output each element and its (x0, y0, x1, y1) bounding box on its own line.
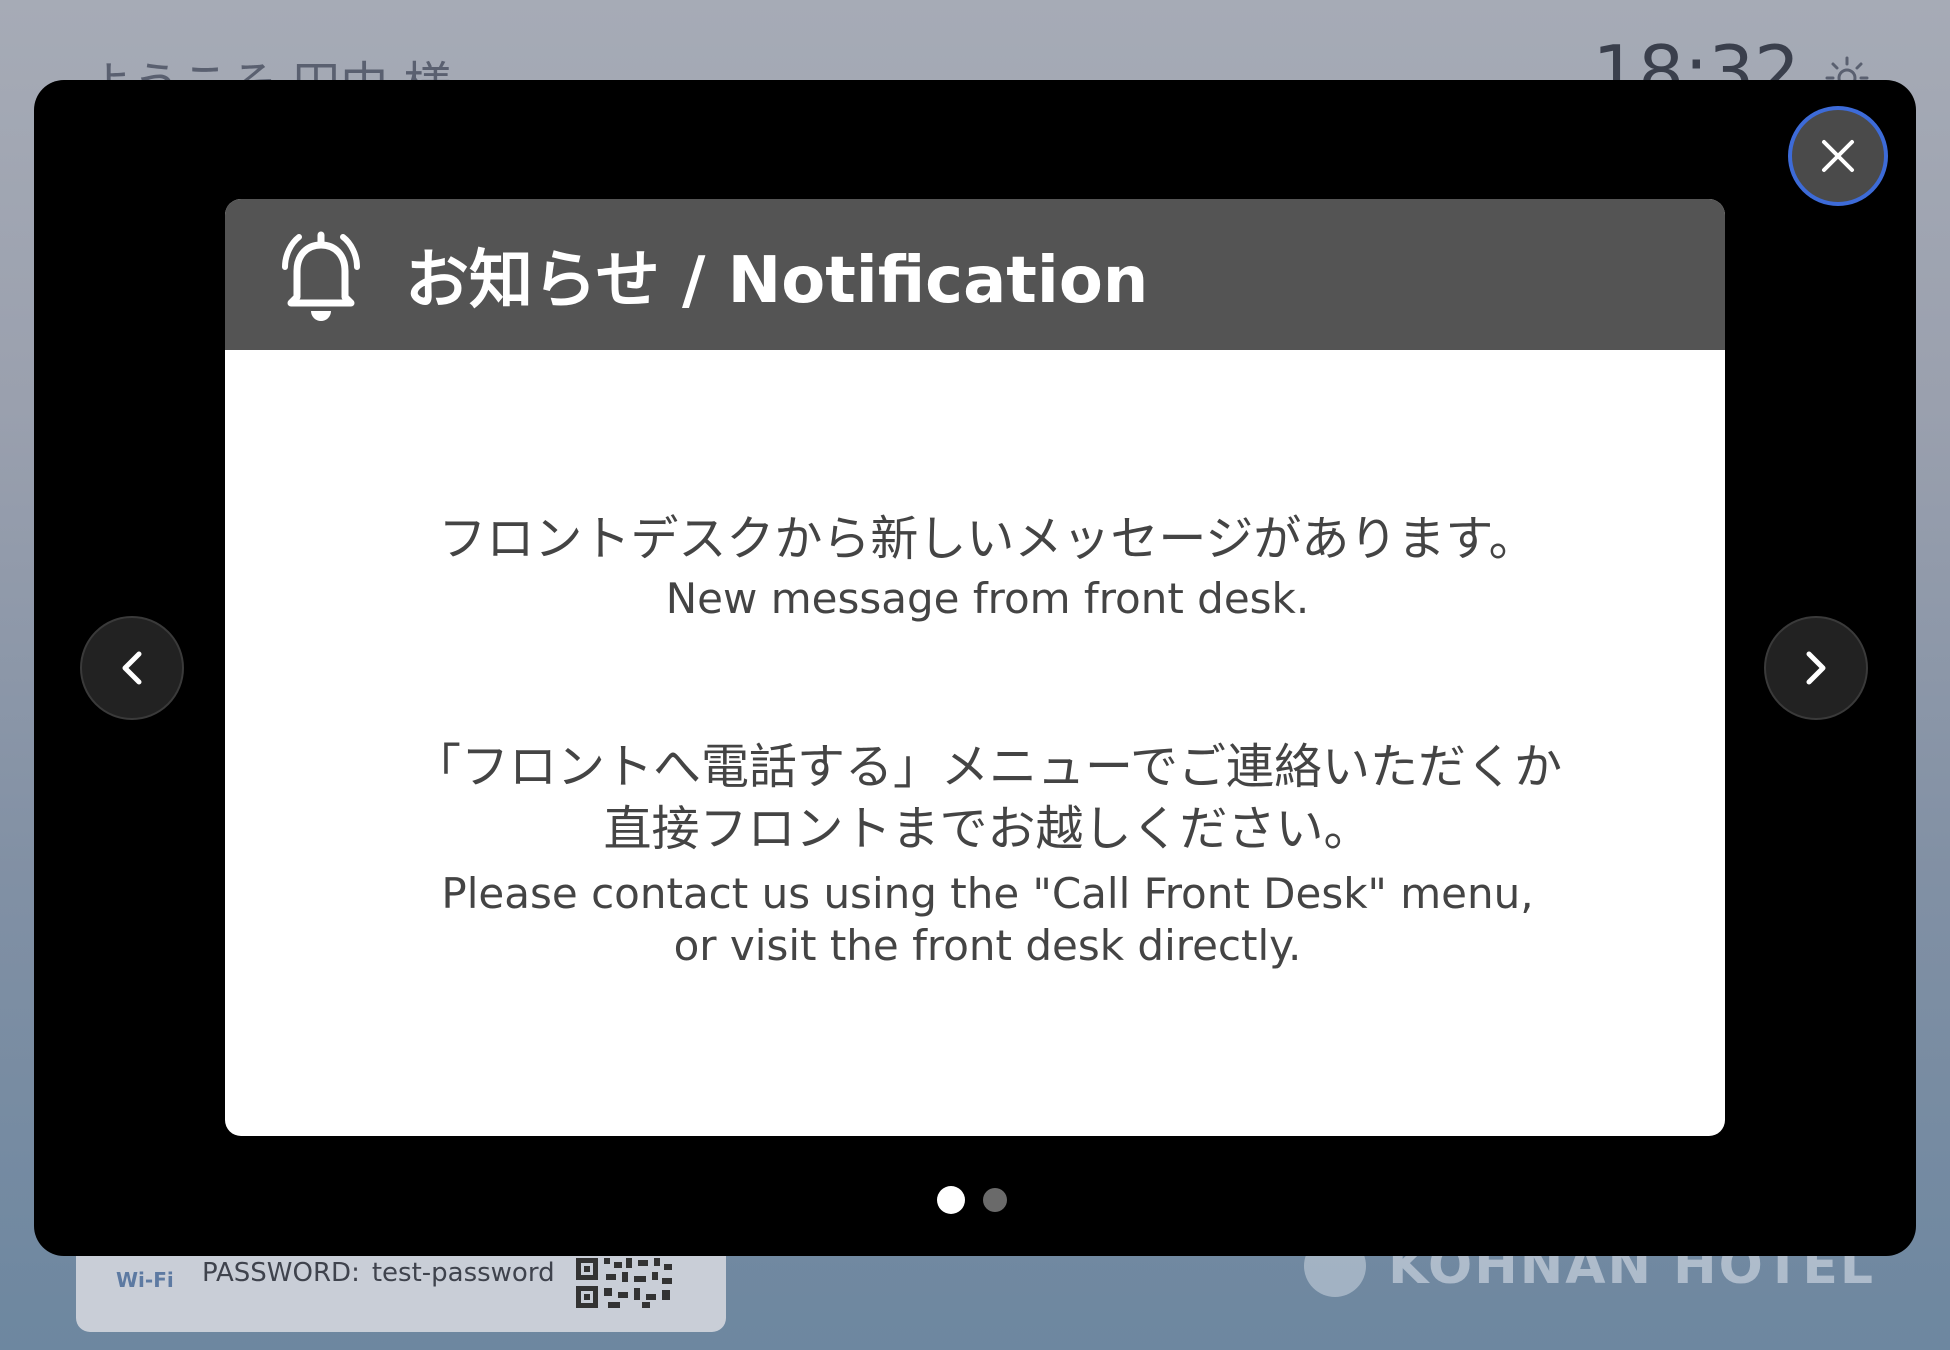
message-2-en-line-1: Please contact us using the "Call Front … (441, 869, 1534, 918)
notification-overlay: お知らせ / Notification フロントデスクから新しいメッセージがあり… (34, 80, 1916, 1256)
message-2-en: Please contact us using the "Call Front … (250, 868, 1725, 972)
qr-code-icon (576, 1258, 672, 1308)
message-2-en-line-2: or visit the front desk directly. (673, 921, 1302, 970)
message-2-ja: 「フロントへ電話する」メニューでご連絡いただくか 直接フロントまでお越しください… (250, 736, 1725, 860)
wifi-password-label: PASSWORD: (202, 1258, 360, 1288)
message-2-ja-line-2: 直接フロントまでお越しください。 (603, 801, 1372, 857)
chevron-right-icon (1806, 651, 1826, 685)
close-button[interactable] (1792, 110, 1884, 202)
chevron-left-icon (122, 651, 142, 685)
notification-header: お知らせ / Notification (225, 199, 1725, 350)
close-icon (1822, 140, 1854, 172)
notification-title: お知らせ / Notification (405, 243, 1149, 318)
page-dot-2[interactable] (983, 1188, 1007, 1212)
notification-card: お知らせ / Notification フロントデスクから新しいメッセージがあり… (225, 199, 1725, 1136)
page-dot-1[interactable] (937, 1186, 965, 1214)
message-1-en: New message from front desk. (665, 574, 1310, 623)
wifi-password-value: test-password (371, 1258, 555, 1288)
message-1-ja: フロントデスクから新しいメッセージがあります。 (438, 511, 1537, 567)
message-2-ja-line-1: 「フロントへ電話する」メニューでご連絡いただくか (412, 739, 1563, 795)
wifi-label: Wi-Fi (116, 1268, 174, 1292)
notification-body: フロントデスクから新しいメッセージがあります。 New message from… (225, 510, 1725, 972)
previous-button[interactable] (80, 616, 184, 720)
bell-icon (282, 231, 360, 321)
page-indicator (937, 1186, 1007, 1214)
next-button[interactable] (1764, 616, 1868, 720)
wifi-password: PASSWORD: test-password (202, 1258, 555, 1288)
